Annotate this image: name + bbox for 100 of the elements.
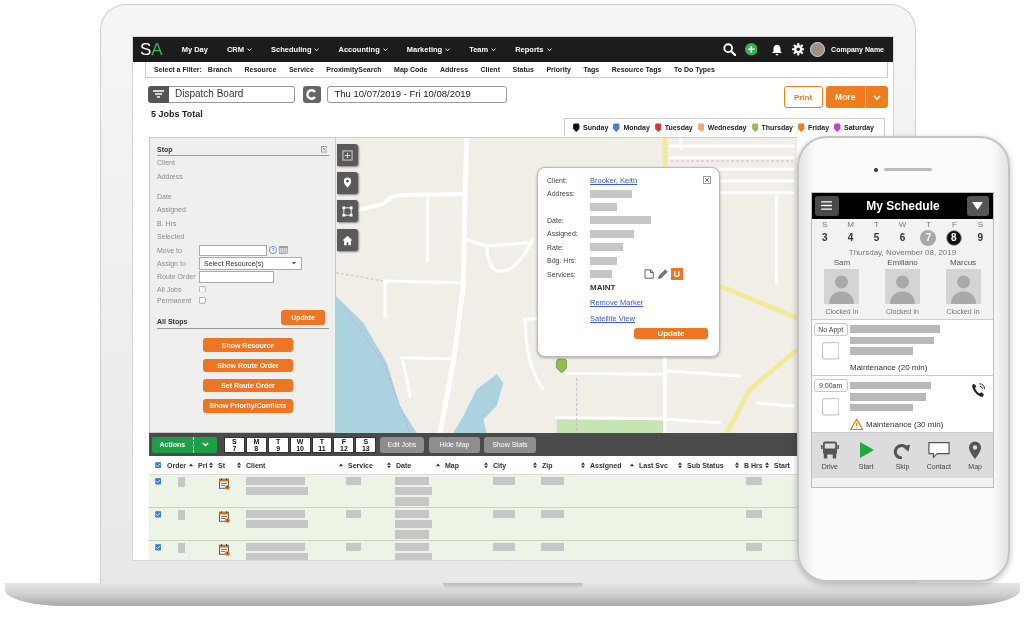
help-icon[interactable] — [269, 246, 278, 255]
bell-icon[interactable] — [771, 43, 784, 56]
dropdown-button[interactable] — [967, 196, 989, 216]
redacted-bar — [245, 509, 305, 519]
chevron-down-icon — [201, 442, 209, 447]
checkbox[interactable] — [821, 341, 839, 360]
redacted-bar — [745, 509, 762, 519]
refresh-button[interactable] — [303, 86, 321, 103]
checkbox[interactable] — [154, 511, 162, 518]
close-icon[interactable] — [320, 146, 327, 153]
redacted-bar — [590, 270, 612, 278]
redacted-bar — [346, 542, 361, 552]
redacted-bar — [245, 520, 308, 529]
checkbox[interactable] — [199, 297, 206, 304]
app-logo[interactable]: SA — [140, 39, 163, 60]
input-field[interactable] — [199, 244, 267, 256]
phone-icon[interactable] — [971, 381, 987, 399]
settings-icon[interactable] — [791, 43, 805, 56]
redacted-bar — [590, 203, 617, 212]
area-select-button[interactable] — [336, 200, 359, 222]
weekday-letter: S — [977, 220, 983, 231]
view-select-field[interactable]: Dispatch Board — [169, 86, 295, 103]
redacted-bar — [395, 530, 429, 539]
zoom-box-button[interactable] — [336, 144, 359, 167]
redacted-bar — [541, 476, 564, 486]
redacted-bar — [541, 509, 564, 519]
close-icon[interactable] — [702, 175, 711, 184]
add-icon[interactable] — [744, 43, 758, 56]
redacted-bar — [590, 189, 632, 198]
redacted-bar — [493, 509, 515, 519]
speech-bubble-icon — [927, 440, 950, 459]
menu-button[interactable] — [815, 196, 839, 216]
search-icon[interactable] — [722, 43, 736, 56]
input-field[interactable] — [199, 270, 274, 283]
day-number[interactable]: 6 — [894, 229, 911, 246]
technician-name: Emiliano — [887, 258, 918, 268]
redacted-bar — [395, 542, 429, 552]
home-button[interactable] — [336, 229, 359, 251]
redacted-bar — [850, 403, 913, 412]
weekday-letter: F — [951, 220, 957, 231]
redacted-bar — [245, 476, 305, 486]
zoom-box-icon — [342, 149, 353, 161]
filter-button[interactable] — [148, 86, 169, 103]
screen-title: My Schedule — [865, 199, 941, 213]
redacted-bar — [493, 476, 515, 486]
map-pin-icon — [342, 177, 353, 189]
redacted-bar — [590, 243, 623, 252]
redacted-bar — [245, 542, 305, 552]
weekday-letter: S — [822, 220, 828, 231]
filter-lines-icon — [153, 90, 164, 99]
checkbox[interactable] — [154, 544, 162, 551]
weekday-letter: T — [925, 220, 931, 231]
day-number[interactable]: 8 — [946, 229, 963, 246]
redacted-bar — [590, 229, 634, 238]
redacted-bar — [745, 476, 762, 486]
pencil-icon[interactable] — [657, 269, 668, 279]
technician-name: Marcus — [949, 258, 977, 268]
calendar-status-icon[interactable] — [219, 511, 230, 524]
redacted-bar — [177, 509, 185, 520]
service-label: Maintenance (20 min) — [850, 363, 928, 373]
redacted-bar — [590, 216, 651, 225]
redacted-bar — [850, 347, 913, 355]
redacted-bar — [395, 476, 429, 486]
home-icon — [342, 234, 353, 246]
checkbox[interactable] — [154, 461, 162, 469]
avatar-placeholder[interactable] — [810, 42, 826, 57]
redacted-bar — [346, 509, 361, 519]
caret-down-icon — [972, 202, 984, 210]
jobs-total: 5 Jobs Total — [151, 108, 203, 120]
redacted-bar — [395, 487, 432, 496]
note-icon[interactable] — [644, 269, 654, 279]
dropdown-button[interactable] — [192, 436, 217, 453]
weekday-letter: W — [898, 220, 907, 231]
refresh-icon — [306, 88, 318, 100]
day-number[interactable]: 9 — [972, 229, 989, 246]
truck-icon — [820, 440, 839, 459]
selected-date: Thursday, November 08, 2019 — [848, 247, 957, 258]
redacted-bar — [177, 476, 185, 487]
service-label: Maintenance (30 min) — [865, 419, 944, 429]
date-range-field[interactable]: Thu 10/07/2019 - Fri 10/08/2019 — [326, 86, 507, 103]
redacted-bar — [395, 509, 429, 519]
day-number[interactable]: 4 — [842, 229, 859, 246]
day-number[interactable]: 3 — [816, 229, 833, 246]
phone-speaker-icon — [874, 167, 934, 172]
caret-down-icon — [292, 262, 296, 265]
calendar-status-icon[interactable] — [219, 478, 230, 491]
redacted-bar — [245, 487, 308, 496]
day-number[interactable]: 5 — [868, 229, 885, 246]
checkbox[interactable] — [154, 478, 162, 485]
redacted-bar — [590, 256, 617, 265]
checkbox[interactable] — [199, 285, 206, 293]
calendar-status-icon[interactable] — [219, 544, 230, 557]
weekday-letter: T — [874, 220, 879, 231]
map-marker-icon[interactable] — [556, 357, 568, 374]
menu-icon — [821, 201, 833, 211]
redacted-bar — [177, 542, 185, 553]
redacted-bar — [346, 476, 361, 486]
selection-square-icon — [342, 205, 353, 217]
checkbox[interactable] — [821, 398, 839, 417]
play-icon — [857, 440, 876, 459]
